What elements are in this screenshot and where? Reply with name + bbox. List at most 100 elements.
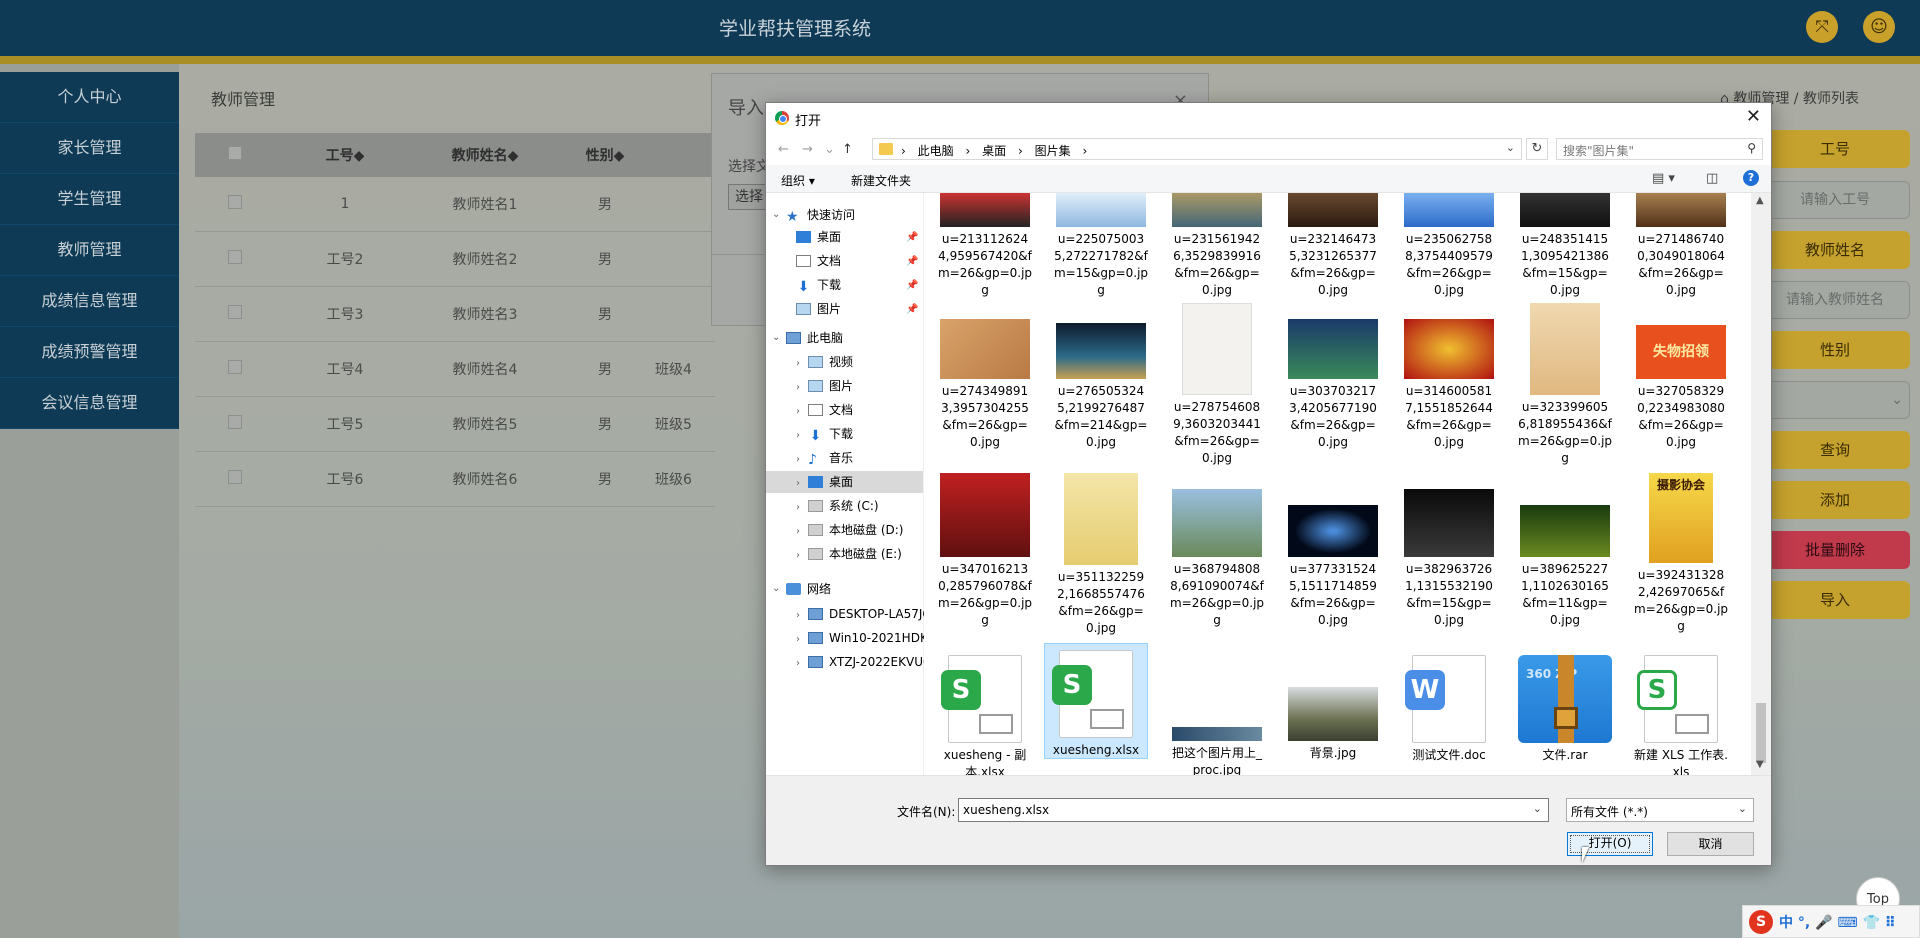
file-item[interactable]: 摄影协会 u=3924313282,42697065&fm=26&gp=0.jpg bbox=[1629, 473, 1733, 635]
filetype-select[interactable]: 所有文件 (*.*) ⌄ bbox=[1566, 798, 1754, 822]
sidebar-item-profile[interactable]: 个人中心 bbox=[0, 72, 179, 123]
file-item[interactable]: 背景.jpg bbox=[1281, 649, 1385, 762]
row-checkbox[interactable] bbox=[228, 470, 242, 484]
file-item[interactable]: u=2714867400,3049018064&fm=26&gp=0.jpg bbox=[1629, 193, 1733, 299]
file-item[interactable]: u=2131126244,959567420&fm=26&gp=0.jpg bbox=[933, 193, 1037, 299]
sidebar-item-grades[interactable]: 成绩信息管理 bbox=[0, 276, 179, 327]
name-filter-input[interactable]: 请输入教师姓名 bbox=[1760, 281, 1910, 319]
user-icon[interactable]: ☺ bbox=[1863, 11, 1895, 43]
file-item[interactable]: u=2483514151,3095421386&fm=15&gp=0.jpg bbox=[1513, 193, 1617, 299]
tree-item[interactable]: ›XTZJ-2022EKVUQI bbox=[796, 651, 924, 673]
file-item[interactable]: u=3037032173,4205677190&fm=26&gp=0.jpg bbox=[1281, 303, 1385, 451]
cancel-button[interactable]: 取消 bbox=[1667, 832, 1754, 856]
ime-status[interactable]: 中 °, 🎤 ⌨ 👕 ⠿ bbox=[1779, 912, 1896, 932]
tree-item[interactable]: 桌面 bbox=[796, 226, 841, 248]
tree-item[interactable]: › ♪ 音乐 bbox=[796, 447, 853, 469]
path-box[interactable]: › 此电脑 › 桌面 › 图片集 › ⌄ bbox=[872, 138, 1522, 160]
filename-input[interactable]: xuesheng.xlsx ⌄ bbox=[958, 798, 1549, 822]
column-header-id[interactable]: 工号◆ bbox=[275, 145, 415, 165]
tree-item[interactable]: ⬇ 下载 bbox=[796, 274, 841, 296]
column-header-name[interactable]: 教师姓名◆ bbox=[415, 145, 555, 165]
import-button[interactable]: 导入 bbox=[1760, 581, 1910, 619]
batch-delete-button[interactable]: 批量删除 bbox=[1760, 531, 1910, 569]
column-header-gender[interactable]: 性别◆ bbox=[555, 145, 655, 165]
forward-icon[interactable]: → bbox=[802, 142, 813, 157]
scrollbar-thumb[interactable] bbox=[1756, 703, 1766, 763]
file-item[interactable]: u=3896252271,1102630165&fm=11&gp=0.jpg bbox=[1513, 473, 1617, 629]
file-item[interactable]: u=3773315245,1511714859&fm=26&gp=0.jpg bbox=[1281, 473, 1385, 629]
sidebar-item-parents[interactable]: 家长管理 bbox=[0, 123, 179, 174]
tree-item[interactable]: › 本地磁盘 (D:) bbox=[796, 519, 903, 541]
file-item[interactable]: u=2765053245,2199276487&fm=214&gp=0.jpg bbox=[1049, 303, 1153, 451]
refresh-icon[interactable]: ↻ bbox=[1526, 138, 1548, 160]
file-item[interactable]: u=2350627588,3754409579&fm=26&gp=0.jpg bbox=[1397, 193, 1501, 299]
file-item[interactable]: u=2743498913,3957304255&fm=26&gp=0.jpg bbox=[933, 303, 1037, 451]
tree-item[interactable]: › 视频 bbox=[796, 351, 853, 373]
tree-item[interactable]: 文档 bbox=[796, 250, 841, 272]
tree-item[interactable]: › 图片 bbox=[796, 375, 853, 397]
back-icon[interactable]: ← bbox=[778, 142, 789, 157]
vertical-scrollbar[interactable]: ▲ ▼ bbox=[1751, 193, 1771, 775]
open-button[interactable]: 打开(O) bbox=[1567, 832, 1653, 856]
search-input[interactable]: 搜索"图片集" ⚲ bbox=[1556, 138, 1763, 160]
scroll-up-icon[interactable]: ▲ bbox=[1756, 195, 1764, 206]
file-item[interactable]: 把这个图片用上_proc.jpg bbox=[1165, 649, 1269, 775]
chevron-down-icon[interactable]: ⌄ bbox=[1506, 141, 1515, 154]
tree-item[interactable]: › 本地磁盘 (E:) bbox=[796, 543, 902, 565]
chevron-down-icon[interactable]: ⌄ bbox=[1533, 802, 1542, 815]
file-item[interactable]: u=3233996056,818955436&fm=26&gp=0.jpg bbox=[1513, 303, 1617, 467]
row-checkbox[interactable] bbox=[228, 305, 242, 319]
up-icon[interactable]: ↑ bbox=[842, 142, 853, 157]
help-icon[interactable]: ? bbox=[1743, 170, 1759, 186]
path-segment[interactable]: 此电脑 bbox=[918, 144, 954, 158]
row-checkbox[interactable] bbox=[228, 195, 242, 209]
file-item[interactable]: u=2787546089,3603203441&fm=26&gp=0.jpg bbox=[1165, 303, 1269, 467]
tree-item[interactable]: › 文档 bbox=[796, 399, 853, 421]
organize-button[interactable]: 组织 ▾ bbox=[781, 172, 815, 189]
file-item[interactable]: S 新建 XLS 工作表.xls bbox=[1629, 649, 1733, 775]
file-item[interactable]: u=2250750035,272271782&fm=15&gp=0.jpg bbox=[1049, 193, 1153, 299]
gender-select[interactable]: ⌄ bbox=[1760, 381, 1910, 419]
file-item[interactable]: 失物招领 u=3270583290,2234983080&fm=26&gp=0.j… bbox=[1629, 303, 1733, 451]
row-checkbox[interactable] bbox=[228, 360, 242, 374]
file-item-selected[interactable]: Sxuesheng.xlsx bbox=[1044, 643, 1148, 759]
close-icon[interactable]: ✕ bbox=[1746, 106, 1761, 127]
preview-pane-icon[interactable]: ◫ bbox=[1706, 171, 1718, 186]
select-all-checkbox[interactable] bbox=[228, 146, 242, 160]
sidebar-item-teachers[interactable]: 教师管理 bbox=[0, 225, 179, 276]
tree-item-selected[interactable]: › 桌面 bbox=[766, 471, 923, 493]
tree-this-pc[interactable]: 此电脑 bbox=[786, 327, 843, 349]
view-options-icon[interactable]: ▤ ▾ bbox=[1652, 171, 1675, 186]
file-item[interactable]: u=3829637261,1315532190&fm=15&gp=0.jpg bbox=[1397, 473, 1501, 629]
recent-locations-icon[interactable]: ⌄ bbox=[824, 142, 835, 157]
file-item[interactable]: u=2321464735,3231265377&fm=26&gp=0.jpg bbox=[1281, 193, 1385, 299]
file-item[interactable]: W 测试文件.doc bbox=[1397, 649, 1501, 764]
tree-item[interactable]: › ⬇ 下载 bbox=[796, 423, 853, 445]
tree-quick-access[interactable]: ★ 快速访问 bbox=[786, 204, 855, 226]
tree-item[interactable]: › DESKTOP-LA57JQ bbox=[796, 603, 924, 625]
file-item[interactable]: u=3687948088,691090074&fm=26&gp=0.jpg bbox=[1165, 473, 1269, 629]
file-item[interactable]: u=3511322592,1668557476&fm=26&gp=0.jpg bbox=[1049, 473, 1153, 637]
scroll-down-icon[interactable]: ▼ bbox=[1756, 759, 1764, 770]
tree-item[interactable]: 图片 bbox=[796, 298, 841, 320]
sidebar-item-warnings[interactable]: 成绩预警管理 bbox=[0, 327, 179, 378]
row-checkbox[interactable] bbox=[228, 415, 242, 429]
file-item[interactable]: u=2315619426,3529839916&fm=26&gp=0.jpg bbox=[1165, 193, 1269, 299]
path-segment[interactable]: 桌面 bbox=[982, 144, 1006, 158]
id-filter-input[interactable]: 请输入工号 bbox=[1760, 181, 1910, 219]
file-item[interactable]: Sxuesheng - 副本.xlsx bbox=[933, 649, 1037, 775]
file-item[interactable]: u=3146005817,1551852644&fm=26&gp=0.jpg bbox=[1397, 303, 1501, 451]
tree-item[interactable]: ›Win10-2021HDKYS bbox=[796, 627, 924, 649]
sidebar-item-students[interactable]: 学生管理 bbox=[0, 174, 179, 225]
path-segment[interactable]: 图片集 bbox=[1035, 144, 1071, 158]
dialog-titlebar[interactable]: 打开 ✕ bbox=[766, 103, 1771, 133]
query-button[interactable]: 查询 bbox=[1760, 431, 1910, 469]
tree-network[interactable]: 网络 bbox=[786, 578, 831, 600]
ime-toolbar[interactable]: S 中 °, 🎤 ⌨ 👕 ⠿ bbox=[1742, 905, 1920, 938]
new-folder-button[interactable]: 新建文件夹 bbox=[851, 172, 911, 189]
sidebar-item-meetings[interactable]: 会议信息管理 bbox=[0, 378, 179, 429]
add-button[interactable]: 添加 bbox=[1760, 481, 1910, 519]
file-item[interactable]: 360 ZIP 文件.rar bbox=[1513, 649, 1617, 764]
fullscreen-icon[interactable]: ⤧ bbox=[1806, 11, 1838, 43]
file-item[interactable]: u=3470162130,285796078&fm=26&gp=0.jpg bbox=[933, 473, 1037, 629]
